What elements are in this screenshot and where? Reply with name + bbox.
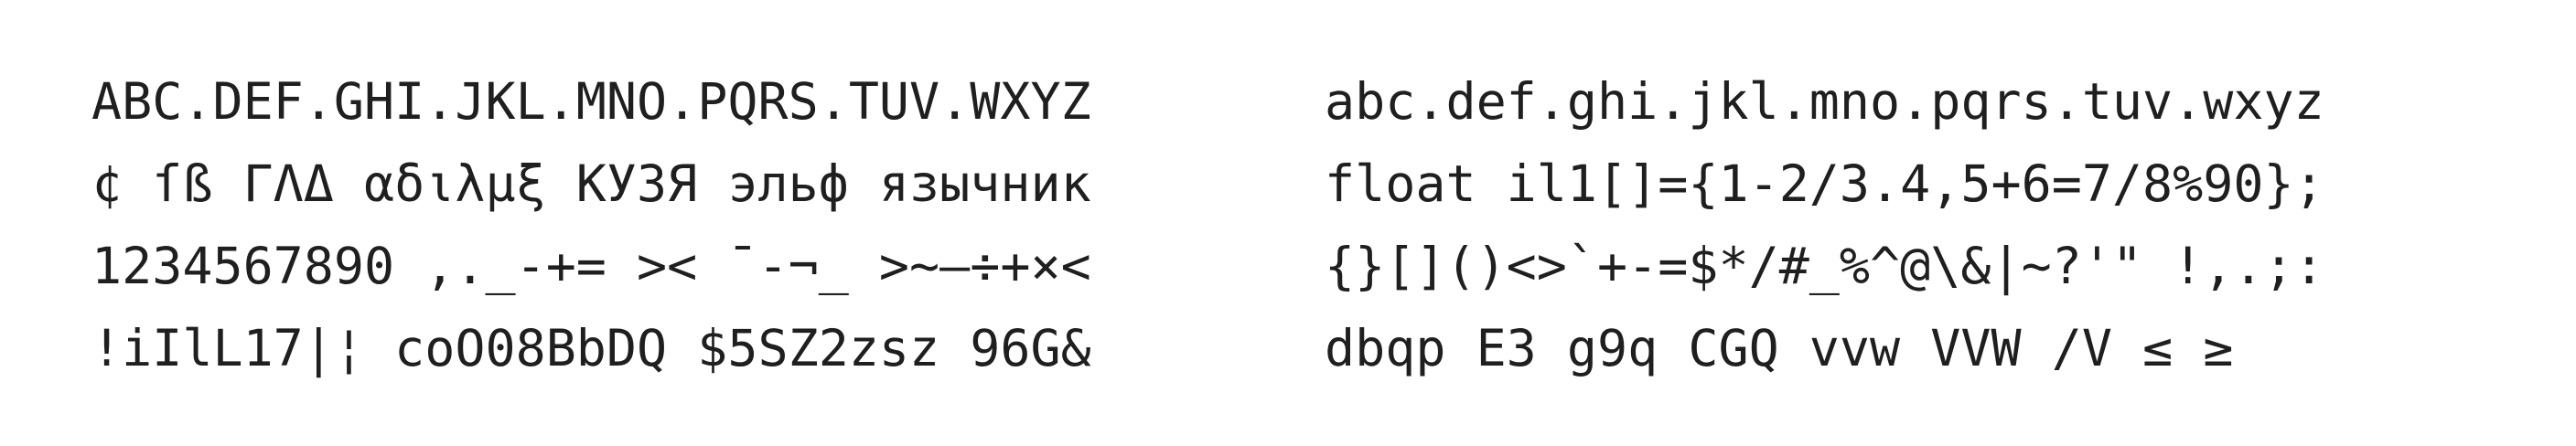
specimen-line-lowercase: abc.def.ghi.jkl.mno.pqrs.tuv.wxyz bbox=[1325, 72, 2324, 131]
specimen-line-confusables: !iIlL17|¦ coO08BbDQ $5SZ2zsz 96G& bbox=[91, 319, 1091, 377]
specimen-line-mirrored: dbqp E3 g9q CGQ vvw VVW /V ≤ ≥ bbox=[1325, 319, 2234, 377]
specimen-line-digits-symbols: 1234567890 ,._-+= >< ¯-¬_ >~–÷+×< bbox=[91, 237, 1091, 295]
specimen-line-uppercase: ABC.DEF.GHI.JKL.MNO.PQRS.TUV.WXYZ bbox=[91, 72, 1091, 131]
font-specimen: ABC.DEF.GHI.JKL.MNO.PQRS.TUV.WXYZ ¢ ſß Γ… bbox=[0, 60, 2576, 389]
specimen-line-punctuation: {}[]()<>`+-=$*/#_%^@\&|~?'" !,.;: bbox=[1325, 237, 2324, 295]
specimen-line-code: float il1[]={1-2/3.4,5+6=7/8%90}; bbox=[1325, 154, 2324, 213]
specimen-column-left: ABC.DEF.GHI.JKL.MNO.PQRS.TUV.WXYZ ¢ ſß Γ… bbox=[91, 60, 1091, 389]
specimen-column-right: abc.def.ghi.jkl.mno.pqrs.tuv.wxyz float … bbox=[1325, 60, 2324, 389]
specimen-line-international: ¢ ſß ΓΛΔ αδιλμξ КУЗЯ эльф язычник bbox=[91, 154, 1091, 213]
